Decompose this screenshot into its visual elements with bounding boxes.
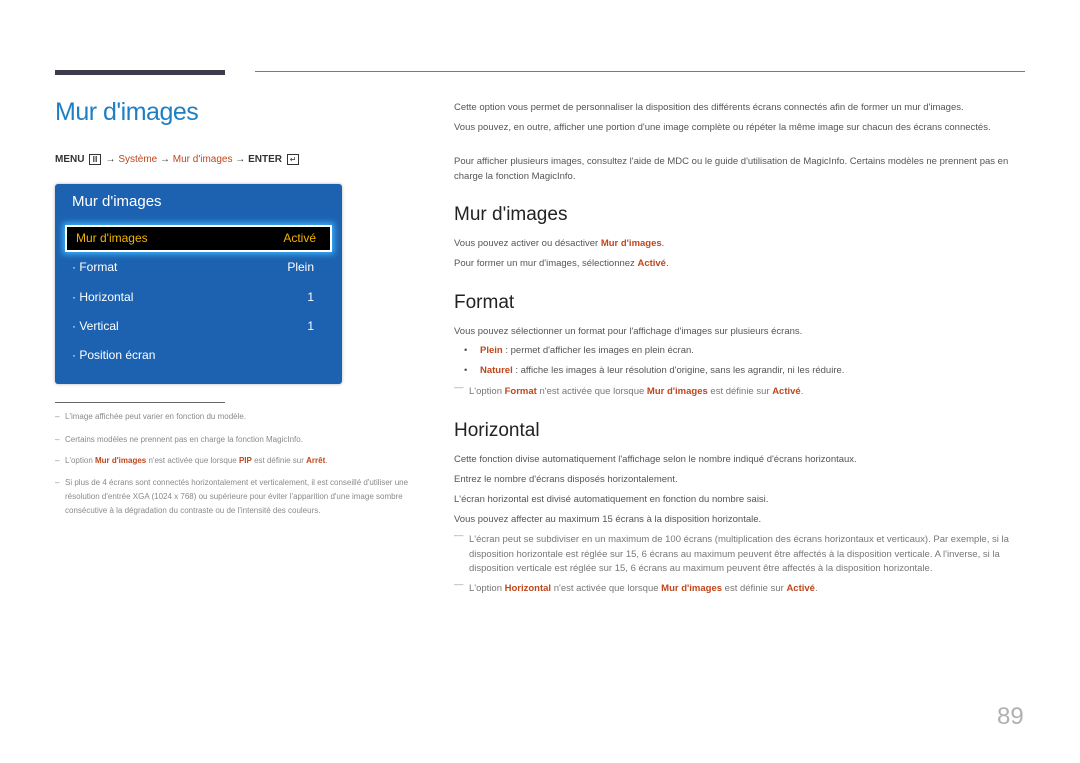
section-heading-format: Format xyxy=(454,292,515,313)
enter-label: ENTER xyxy=(248,154,282,166)
osd-item-mur-images[interactable]: Mur d'images Activé xyxy=(65,225,332,252)
arrow: → xyxy=(235,154,246,166)
footnote: – Si plus de 4 écrans sont connectés hor… xyxy=(55,476,435,518)
osd-item-label: Mur d'images xyxy=(76,231,148,245)
footnote-text: Certains modèles ne prennent pas en char… xyxy=(65,435,303,444)
highlight: Activé xyxy=(772,386,801,397)
highlight: Activé xyxy=(786,583,815,594)
highlight: PIP xyxy=(238,456,252,465)
footnote-text: . xyxy=(325,456,328,465)
text: . xyxy=(800,386,804,397)
footnote-text: Si plus de 4 écrans sont connectés horiz… xyxy=(65,478,409,515)
intro-paragraph: Vous pouvez, en outre, afficher une port… xyxy=(454,122,991,133)
text: . xyxy=(814,583,818,594)
text: n'est activée que lorsque xyxy=(536,386,647,397)
text: Pour former un mur d'images, sélectionne… xyxy=(454,258,638,269)
osd-item-label: · Horizontal xyxy=(72,290,134,304)
text: L'option xyxy=(469,386,505,397)
text: : affiche les images à leur résolution d… xyxy=(512,365,845,376)
paragraph: Vous pouvez sélectionner un format pour … xyxy=(454,326,803,337)
text: . xyxy=(665,258,669,269)
highlight: Arrêt xyxy=(306,456,326,465)
osd-item-value: 1 xyxy=(307,319,314,333)
note-icon: — xyxy=(454,579,464,590)
menu-path-system: Système xyxy=(118,154,158,166)
section-heading-horizontal: Horizontal xyxy=(454,420,540,441)
text: : permet d'afficher les images en plein … xyxy=(502,345,694,356)
note: — L'option Format n'est activée que lors… xyxy=(454,382,1044,400)
footnote-text: L'option xyxy=(65,456,95,465)
footnote: – Certains modèles ne prennent pas en ch… xyxy=(55,433,435,447)
bullet-icon: • xyxy=(464,365,468,376)
osd-item-label: · Position écran xyxy=(72,348,156,362)
osd-item-value: Plein xyxy=(287,260,314,274)
highlight: Activé xyxy=(637,258,666,269)
intro-paragraph: Pour afficher plusieurs images, consulte… xyxy=(454,156,1009,182)
highlight: Mur d'images xyxy=(95,456,147,465)
highlight: Horizontal xyxy=(504,583,552,594)
footnote-divider xyxy=(55,402,225,403)
text: Vous pouvez activer ou désactiver xyxy=(454,238,601,249)
text: n'est activée que lorsque xyxy=(551,583,662,594)
note: — L'option Horizontal n'est activée que … xyxy=(454,579,1044,597)
footnote: – L'option Mur d'images n'est activée qu… xyxy=(55,454,435,468)
paragraph: L'écran horizontal est divisé automatiqu… xyxy=(454,494,769,505)
highlight: Mur d'images xyxy=(646,386,708,397)
text: . xyxy=(661,238,665,249)
osd-item-value: 1 xyxy=(307,290,314,304)
osd-item-value: Activé xyxy=(283,231,316,245)
highlight: Mur d'images xyxy=(661,583,723,594)
note-icon: — xyxy=(454,530,464,541)
header-rule xyxy=(255,71,1025,72)
osd-item-label: · Vertical xyxy=(72,319,119,333)
paragraph: Cette fonction divise automatiquement l'… xyxy=(454,454,857,465)
footnote: – L'image affichée peut varier en foncti… xyxy=(55,410,435,424)
highlight: Mur d'images xyxy=(600,238,662,249)
dash-icon: – xyxy=(55,412,60,421)
arrow: → xyxy=(105,154,116,166)
page-number: 89 xyxy=(997,703,1024,730)
intro-paragraph: Cette option vous permet de personnalise… xyxy=(454,102,964,113)
footnote-text: n'est activée que lorsque xyxy=(146,456,239,465)
arrow: → xyxy=(160,154,170,166)
page-title: Mur d'images xyxy=(55,98,199,126)
paragraph: Entrez le nombre d'écrans disposés horiz… xyxy=(454,474,678,485)
menu-path: MENU Ⅲ → Système → Mur d'images → ENTER … xyxy=(55,154,301,165)
highlight: Plein xyxy=(480,345,503,356)
dash-icon: – xyxy=(55,435,60,444)
osd-menu-panel: Mur d'images Mur d'images Activé · Forma… xyxy=(55,184,342,384)
dash-icon: – xyxy=(55,478,60,487)
text: est définie sur xyxy=(707,386,773,397)
menu-path-item: Mur d'images xyxy=(172,154,233,166)
footnote-text: est définie sur xyxy=(251,456,307,465)
text: L'écran peut se subdiviser en un maximum… xyxy=(469,534,1009,574)
osd-item-label: · Format xyxy=(72,260,118,274)
bullet-icon: • xyxy=(464,345,468,356)
text: est définie sur xyxy=(722,583,787,594)
highlight: Naturel xyxy=(480,365,513,376)
note-icon: — xyxy=(454,382,464,393)
menu-icon: Ⅲ xyxy=(89,154,101,165)
highlight: Format xyxy=(504,386,537,397)
paragraph: Vous pouvez activer ou désactiver Mur d'… xyxy=(454,237,1029,252)
bullet-item: Naturel : affiche les images à leur réso… xyxy=(480,365,844,376)
paragraph: Vous pouvez affecter au maximum 15 écran… xyxy=(454,514,762,525)
osd-title: Mur d'images xyxy=(72,193,162,210)
bullet-item: Plein : permet d'afficher les images en … xyxy=(480,345,694,356)
note: — L'écran peut se subdiviser en un maxim… xyxy=(454,530,1044,577)
section-heading-mur-images: Mur d'images xyxy=(454,204,568,225)
header-bar-thick xyxy=(55,70,225,75)
menu-label: MENU xyxy=(55,154,85,166)
paragraph: Pour former un mur d'images, sélectionne… xyxy=(454,257,1029,272)
text: L'option xyxy=(469,583,505,594)
footnote-text: L'image affichée peut varier en fonction… xyxy=(65,412,247,421)
enter-icon: ↵ xyxy=(286,154,300,165)
dash-icon: – xyxy=(55,456,60,465)
